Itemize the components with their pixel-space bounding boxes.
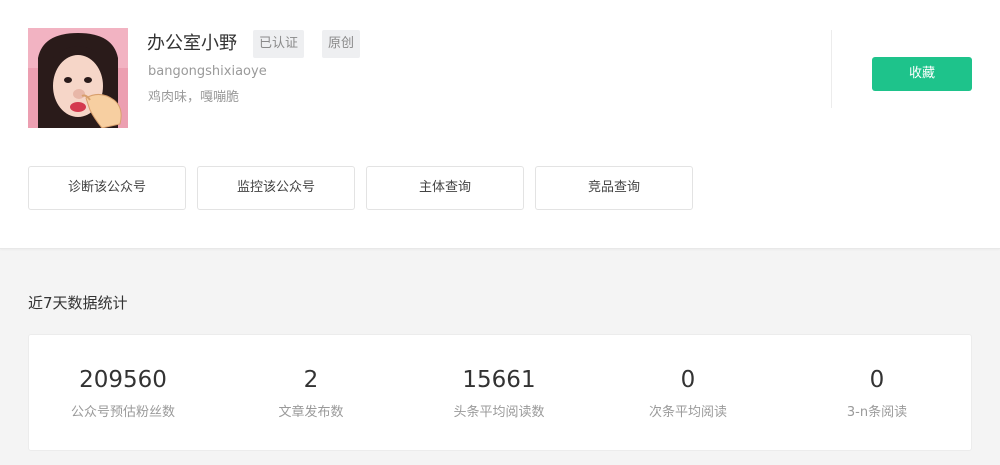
stat-label: 文章发布数: [278, 405, 344, 420]
stat-item: 2 文章发布数: [217, 365, 405, 422]
stat-item: 15661 头条平均阅读数: [405, 365, 593, 422]
avatar: [28, 28, 128, 128]
account-description: 鸡肉味，嘎嘣脆: [148, 90, 240, 105]
stat-item: 0 次条平均阅读: [594, 365, 782, 422]
stats-card: 209560 公众号预估粉丝数 2 文章发布数 15661 头条平均阅读数 0 …: [28, 334, 972, 451]
stat-label: 公众号预估粉丝数: [70, 405, 175, 420]
account-id: bangongshixiaoye: [148, 64, 267, 79]
stat-label: 次条平均阅读: [648, 405, 727, 420]
account-name: 办公室小野: [147, 33, 237, 54]
monitor-account-button[interactable]: 监控该公众号: [197, 166, 355, 210]
entity-query-button[interactable]: 主体查询: [366, 166, 524, 210]
original-badge: 原创: [322, 30, 361, 58]
avatar-image: [28, 28, 128, 128]
competitor-query-button[interactable]: 竞品查询: [535, 166, 693, 210]
stat-value: 2: [303, 367, 319, 393]
stat-value: 209560: [79, 367, 167, 393]
stats-section-title: 近7天数据统计: [28, 294, 128, 312]
stat-label: 3-n条阅读: [846, 405, 908, 420]
favorite-button[interactable]: 收藏: [872, 57, 972, 91]
stat-value: 0: [680, 367, 696, 393]
divider: [831, 30, 832, 108]
verified-badge: 已认证: [253, 30, 305, 58]
profile-panel: 办公室小野 已认证 原创 bangongshixiaoye 鸡肉味，嘎嘣脆 收藏…: [0, 0, 1000, 249]
stat-item: 209560 公众号预估粉丝数: [29, 365, 217, 422]
stat-value: 0: [869, 367, 885, 393]
diagnose-account-button[interactable]: 诊断该公众号: [28, 166, 186, 210]
stat-item: 0 3-n条阅读: [783, 365, 971, 422]
stat-value: 15661: [462, 367, 536, 393]
stat-label: 头条平均阅读数: [453, 405, 545, 420]
